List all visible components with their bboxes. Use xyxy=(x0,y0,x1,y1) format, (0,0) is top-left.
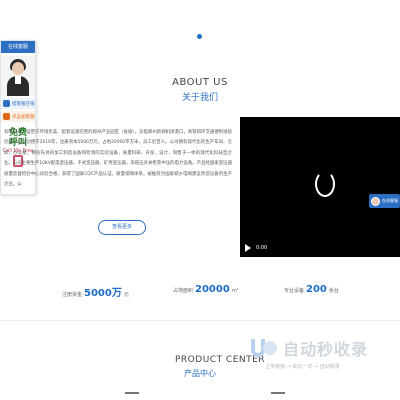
floating-cs-label: 在线客服 xyxy=(382,198,398,203)
cs-panel-header: 在线客服 xyxy=(1,41,35,53)
section-divider xyxy=(0,320,400,321)
watermark-subtitle: 上传链接 → 来访一次 → 自动收录 xyxy=(265,364,340,370)
banner-area xyxy=(0,0,400,70)
stat-label: 占地面积 xyxy=(173,288,194,294)
stat-unit: 余台 xyxy=(328,288,339,294)
company-video[interactable]: 0:00 xyxy=(240,117,400,257)
product-title-cn: 产品中心 xyxy=(184,369,216,378)
cs-add-label: 点击加客服 xyxy=(12,114,35,120)
watermark-logo-icon xyxy=(249,333,279,363)
stat-registered-capital: 注册资金 5000万 元 xyxy=(62,284,129,299)
add-contact-icon xyxy=(3,113,10,120)
play-icon[interactable] xyxy=(245,244,251,252)
company-stats: 注册资金 5000万 元 占地面积 20000 m² 专业设备 200 余台 xyxy=(0,284,400,300)
stat-unit: m² xyxy=(231,288,239,294)
stat-value: 5000万 xyxy=(84,288,122,299)
stat-equipment: 专业设备 200 余台 xyxy=(284,284,339,295)
cs-add-button[interactable]: 点击加客服 xyxy=(1,111,35,122)
floating-cs-button[interactable]: 在线客服 xyxy=(369,194,400,208)
stat-value: 20000 xyxy=(195,284,230,295)
stat-label: 注册资金 xyxy=(62,292,83,298)
stat-value: 200 xyxy=(306,284,327,295)
watermark: 自动秒收录 xyxy=(249,333,368,363)
cs-mini-avatar xyxy=(371,196,380,206)
page: 在线客服 搭客服在线 点击加客服 免费 呼叫 Call Me Free ABOU… xyxy=(0,0,400,400)
video-controls: 0:00 xyxy=(240,239,400,257)
loading-spinner-icon xyxy=(315,171,335,197)
watermark-brand: 自动秒收录 xyxy=(283,340,369,359)
view-more-button[interactable]: 查看更多 xyxy=(98,220,146,235)
about-title-en: ABOUT US xyxy=(172,77,228,88)
product-category-icon[interactable] xyxy=(271,392,285,400)
stat-floor-area: 占地面积 20000 m² xyxy=(173,284,239,295)
video-time: 0:00 xyxy=(256,245,268,251)
about-title-cn: 关于我们 xyxy=(181,93,218,103)
about-paragraph: 有限公司，运营于环境优美、配套设施完善的郑州产业园区（省级），东临郑州新郑机场港… xyxy=(4,130,232,188)
product-category-icon[interactable] xyxy=(125,392,139,400)
slider-dot[interactable] xyxy=(197,34,202,39)
stat-label: 专业设备 xyxy=(284,288,305,294)
stat-unit: 元 xyxy=(123,292,129,298)
